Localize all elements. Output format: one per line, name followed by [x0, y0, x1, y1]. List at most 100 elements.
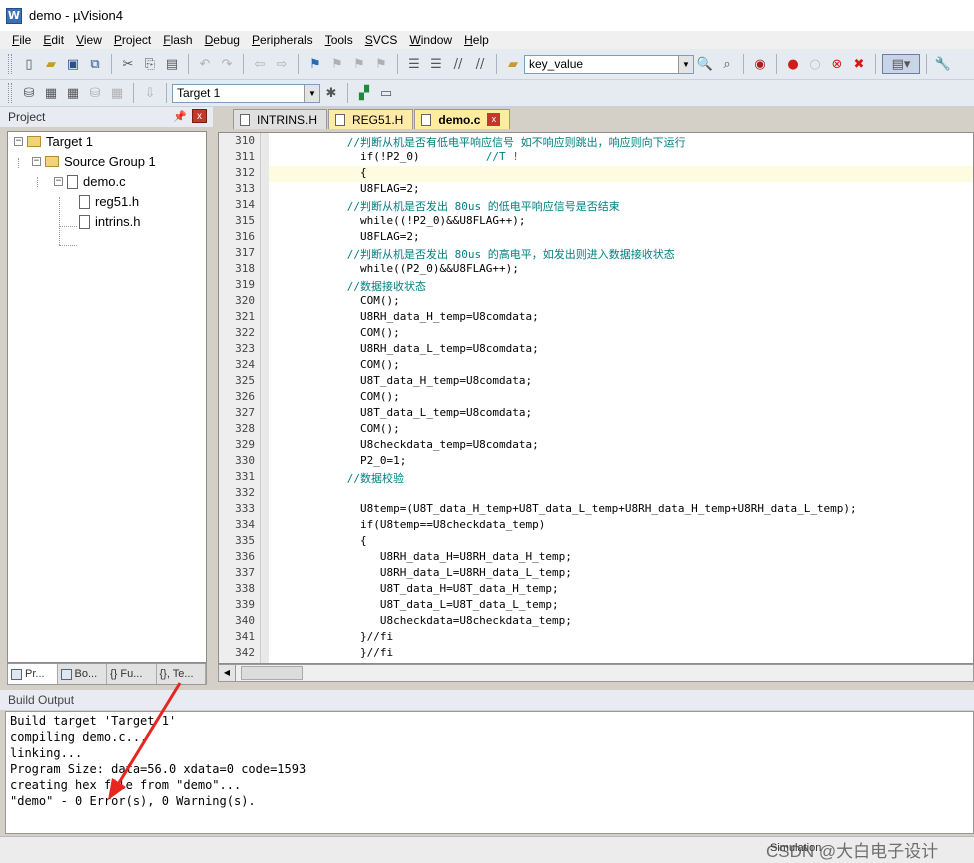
tab-intrins-h[interactable]: INTRINS.H: [233, 109, 327, 129]
menu-view[interactable]: View: [70, 33, 108, 47]
pin-icon[interactable]: 📌: [173, 110, 187, 123]
target-options-icon[interactable]: ✱: [321, 83, 341, 103]
tab-templates[interactable]: {}, Te...: [157, 664, 206, 684]
stop-build-icon[interactable]: ▦: [107, 83, 127, 103]
nav-back-icon[interactable]: ⇦: [250, 54, 270, 74]
configure-icon[interactable]: 🔧: [933, 54, 953, 74]
code-text: while((P2_0)&&U8FLAG++);: [307, 262, 519, 275]
line-number: 320: [235, 294, 255, 307]
batch-build-icon[interactable]: ⛁: [85, 83, 105, 103]
menu-debug[interactable]: Debug: [199, 33, 246, 47]
build-output-panel[interactable]: Build target 'Target 1' compiling demo.c…: [5, 711, 974, 834]
open-file-icon[interactable]: ▰: [41, 54, 61, 74]
bookmark-next-icon[interactable]: ⚑: [349, 54, 369, 74]
uncomment-icon[interactable]: //: [470, 54, 490, 74]
menu-peripherals[interactable]: Peripherals: [246, 33, 319, 47]
copy-icon[interactable]: ⎘: [140, 54, 160, 74]
menu-flash-label: lash: [170, 33, 193, 47]
toolbar-grip[interactable]: [8, 83, 12, 103]
cut-icon[interactable]: ✂: [118, 54, 138, 74]
scroll-thumb[interactable]: [241, 666, 303, 680]
file-extensions-icon[interactable]: ▭: [376, 83, 396, 103]
save-icon[interactable]: ▣: [63, 54, 83, 74]
bookmark-clear-icon[interactable]: ⚑: [371, 54, 391, 74]
code-text: //判断从机是否发出 80us 的低电平响应信号是否结束: [307, 200, 620, 213]
disable-all-breakpoints-icon[interactable]: ⊗: [827, 54, 847, 74]
manage-components-icon[interactable]: ▞: [354, 83, 374, 103]
rebuild-icon[interactable]: ▦: [63, 83, 83, 103]
header-file-icon: [240, 113, 250, 126]
breakpoint-icon[interactable]: ●: [783, 54, 803, 74]
chevron-down-icon[interactable]: ▼: [678, 55, 693, 73]
save-all-icon[interactable]: ⧉: [85, 54, 105, 74]
marker-strip[interactable]: [261, 133, 269, 663]
scroll-left-icon[interactable]: ◀: [219, 665, 236, 681]
menu-svcs[interactable]: SVCS: [359, 33, 404, 47]
new-file-icon[interactable]: ▯: [19, 54, 39, 74]
menu-project[interactable]: Project: [108, 33, 157, 47]
code-line: U8checkdata=U8checkdata_temp;: [307, 614, 572, 627]
kill-all-breakpoints-icon[interactable]: ✖: [849, 54, 869, 74]
incremental-find-icon[interactable]: ⌕: [717, 54, 737, 74]
line-number: 317: [235, 246, 255, 259]
horizontal-scrollbar[interactable]: ◀: [218, 664, 974, 682]
collapse-icon[interactable]: −: [32, 157, 41, 166]
find-in-files-icon[interactable]: ▰: [503, 54, 523, 74]
code-text: }//fi: [307, 630, 394, 643]
project-tree: − Target 1 − Source Group 1 − demo.c reg…: [7, 131, 207, 663]
menu-help-key: H: [464, 33, 473, 47]
tab-project[interactable]: Pr...: [8, 664, 58, 684]
find-combobox[interactable]: key_value ▼: [524, 54, 694, 74]
nav-forward-icon[interactable]: ⇨: [272, 54, 292, 74]
comment-icon[interactable]: //: [448, 54, 468, 74]
unindent-icon[interactable]: ☰: [426, 54, 446, 74]
debug-session-icon[interactable]: ◉: [750, 54, 770, 74]
paste-icon[interactable]: ▤: [162, 54, 182, 74]
menu-window[interactable]: Window: [403, 33, 458, 47]
tree-node-source-group[interactable]: − Source Group 1: [32, 154, 156, 169]
indent-icon[interactable]: ☰: [404, 54, 424, 74]
download-icon[interactable]: ⇩: [140, 83, 160, 103]
line-number: 328: [235, 422, 255, 435]
tab-reg51-h[interactable]: REG51.H: [328, 109, 414, 129]
line-number: 319: [235, 278, 255, 291]
code-editor[interactable]: 310 //判断从机是否有低电平响应信号 如不响应则跳出，响应则向下运行 311 …: [218, 132, 974, 664]
build-icon[interactable]: ▦: [41, 83, 61, 103]
menu-tools[interactable]: Tools: [319, 33, 359, 47]
tab-functions[interactable]: {} Fu...: [107, 664, 157, 684]
toolbar-separator: [188, 54, 189, 74]
menu-help[interactable]: Help: [458, 33, 495, 47]
disable-breakpoint-icon[interactable]: ○: [805, 54, 825, 74]
window-layout-icon[interactable]: ▤▾: [882, 54, 920, 74]
books-icon: [60, 668, 72, 680]
file-toolbar: ▯ ▰ ▣ ⧉ ✂ ⎘ ▤ ↶ ↷ ⇦ ⇨ ⚑ ⚑ ⚑ ⚑ ☰ ☰ // // …: [0, 49, 974, 80]
build-output-line: Program Size: data=56.0 xdata=0 code=159…: [10, 762, 307, 776]
bookmark-toggle-icon[interactable]: ⚑: [305, 54, 325, 74]
tree-node-target[interactable]: − Target 1: [14, 134, 93, 149]
collapse-icon[interactable]: −: [14, 137, 23, 146]
target-combobox[interactable]: Target 1 ▼: [172, 83, 320, 103]
toolbar-separator: [397, 54, 398, 74]
tree-node-demo-c[interactable]: − demo.c: [54, 174, 126, 189]
c-file-icon: [67, 174, 78, 189]
toolbar-separator: [496, 54, 497, 74]
menu-flash[interactable]: Flash: [157, 33, 198, 47]
find-icon[interactable]: 🔍: [695, 54, 715, 74]
menu-file[interactable]: File: [6, 33, 37, 47]
redo-icon[interactable]: ↷: [217, 54, 237, 74]
tree-node-intrins-h[interactable]: intrins.h: [79, 214, 141, 229]
chevron-down-icon[interactable]: ▼: [304, 84, 319, 102]
close-tab-icon[interactable]: x: [487, 113, 501, 126]
tab-demo-c[interactable]: demo.c x: [414, 109, 511, 129]
translate-icon[interactable]: ⛁: [19, 83, 39, 103]
toolbar-grip[interactable]: [8, 54, 12, 74]
tab-books[interactable]: Bo...: [58, 664, 107, 684]
tree-node-reg51-h[interactable]: reg51.h: [79, 194, 139, 209]
undo-icon[interactable]: ↶: [195, 54, 215, 74]
code-line: if(U8temp==U8checkdata_temp): [307, 518, 545, 531]
menu-edit[interactable]: Edit: [37, 33, 70, 47]
editor-tabs: INTRINS.H REG51.H demo.c x: [213, 107, 974, 129]
collapse-icon[interactable]: −: [54, 177, 63, 186]
close-icon[interactable]: x: [192, 109, 207, 123]
bookmark-prev-icon[interactable]: ⚑: [327, 54, 347, 74]
